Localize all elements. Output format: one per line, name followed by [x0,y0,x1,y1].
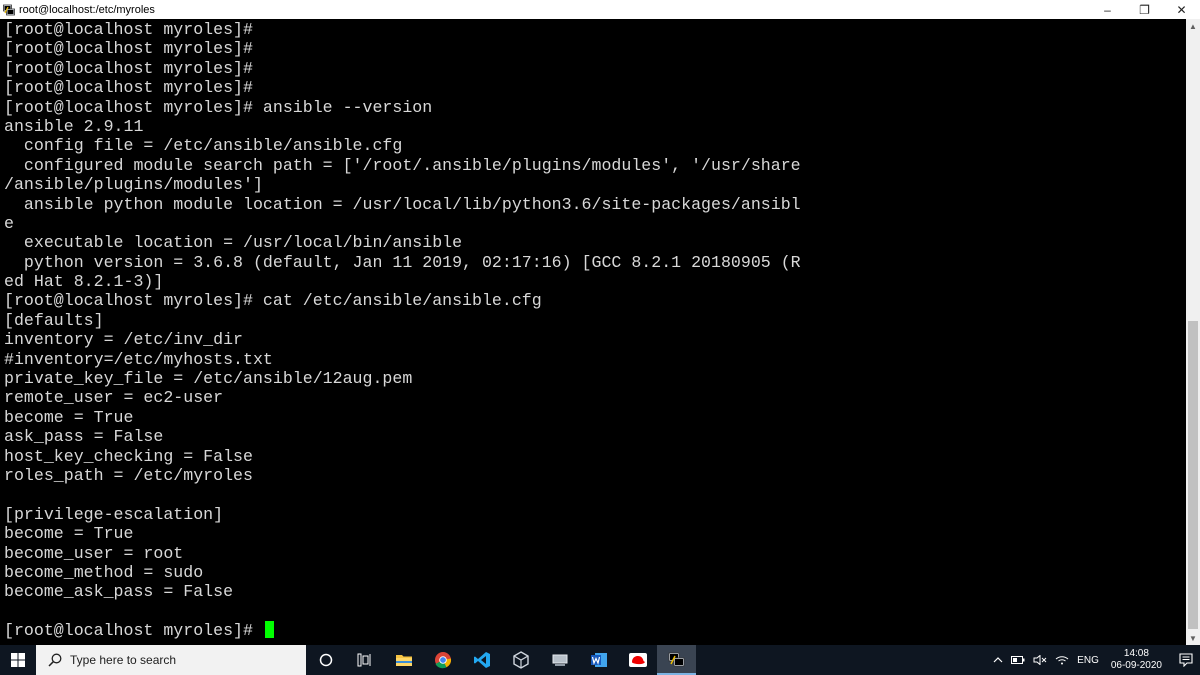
scroll-up-arrow-icon[interactable]: ▲ [1186,19,1200,33]
network-drive-icon [552,654,567,666]
virtualbox-icon [512,651,529,669]
terminal-line: e [4,213,14,233]
scroll-down-arrow-icon[interactable]: ▼ [1186,631,1200,645]
system-tray: ENG 14:08 06-09-2020 [989,645,1200,675]
terminal-line: become = True [4,407,134,427]
terminal-line: [root@localhost myroles]# [4,58,253,78]
clock-date: 06-09-2020 [1110,660,1162,671]
task-view-icon [357,653,370,667]
terminal-line: [defaults] [4,310,104,330]
terminal-line: host_key_checking = False [4,446,253,466]
battery-icon[interactable] [1011,656,1025,664]
terminal-line: python version = 3.6.8 (default, Jan 11 … [4,252,801,272]
task-view-button[interactable] [345,645,384,675]
windows-start-icon [11,653,25,667]
vscode-icon [473,652,490,668]
redhat-icon [628,653,647,667]
terminal-area[interactable]: [root@localhost myroles]# [root@localhost… [0,19,1186,645]
terminal-line: [root@localhost myroles]# [4,39,253,59]
cortana-circle-icon [319,653,332,667]
clock-time: 14:08 [1123,648,1149,659]
close-button[interactable]: ✕ [1163,0,1200,19]
terminal-line: [root@localhost myroles]# [4,20,253,39]
terminal-line: ansible python module location = /usr/lo… [4,194,801,214]
terminal-line: configured module search path = ['/root/… [4,155,801,175]
terminal-cursor [264,621,274,639]
terminal-line: config file = /etc/ansible/ansible.cfg [4,136,403,156]
chevron-up-icon[interactable] [993,656,1003,664]
maximize-button[interactable]: ❐ [1126,0,1163,19]
notifications-icon [1179,653,1193,667]
word-icon [590,653,607,667]
window-title: root@localhost:/etc/myroles [19,3,155,16]
terminal-prompt-line: [root@localhost myroles]# [4,621,801,640]
search-icon [48,653,62,667]
terminal-line: [root@localhost myroles]# [4,78,253,98]
folder-icon [395,655,412,666]
terminal-line: private_key_file = /etc/ansible/12aug.pe… [4,369,413,389]
virtualbox-button[interactable] [501,645,540,675]
terminal-line: ask_pass = False [4,427,164,447]
terminal-prompt: [root@localhost myroles]# [4,621,263,641]
putty-taskbar-button[interactable] [657,645,696,675]
scrollbar-thumb[interactable] [1188,321,1198,629]
chrome-button[interactable] [423,645,462,675]
terminal-line: #inventory=/etc/myhosts.txt [4,349,273,369]
wifi-icon[interactable] [1055,655,1069,665]
taskbar: Type here to search ENG 14:08 06-09-2020 [0,645,1200,675]
terminal-line: remote_user = ec2-user [4,388,224,408]
terminal-line: [privilege-escalation] [4,504,224,524]
window-title-bar[interactable]: root@localhost:/etc/myroles – ❐ ✕ [0,0,1200,19]
terminal-line: executable location = /usr/local/bin/ans… [4,233,463,253]
volume-muted-icon[interactable] [1033,655,1047,665]
terminal-line: become_method = sudo [4,562,204,582]
taskbar-search-box[interactable]: Type here to search [36,645,306,675]
network-drive-button[interactable] [540,645,579,675]
word-button[interactable] [579,645,618,675]
terminal-line: inventory = /etc/inv_dir [4,330,243,350]
terminal-output: [root@localhost myroles]# [root@localhost… [4,20,801,641]
start-button[interactable] [0,645,36,675]
minimize-button[interactable]: – [1089,0,1126,19]
vscode-button[interactable] [462,645,501,675]
terminal-line: become_ask_pass = False [4,582,234,602]
file-explorer-button[interactable] [384,645,423,675]
terminal-line: ed Hat 8.2.1-3)] [4,272,164,292]
terminal-line: become = True [4,524,134,544]
cortana-button[interactable] [306,645,345,675]
clock[interactable]: 14:08 06-09-2020 [1111,648,1162,672]
terminal-line: /ansible/plugins/modules'] [4,175,263,195]
terminal-line: [root@localhost myroles]# ansible --vers… [4,97,433,117]
terminal-scrollbar[interactable]: ▲ ▼ [1186,19,1200,645]
terminal-line: [root@localhost myroles]# cat /etc/ansib… [4,291,542,311]
chrome-icon [434,652,451,669]
notifications-button[interactable] [1172,653,1200,667]
putty-icon [668,652,684,667]
search-placeholder: Type here to search [70,653,177,667]
putty-app-icon [3,4,15,15]
terminal-line: become_user = root [4,543,184,563]
redhat-button[interactable] [618,645,657,675]
terminal-line: ansible 2.9.11 [4,116,144,136]
language-indicator[interactable]: ENG [1077,655,1099,666]
terminal-line: roles_path = /etc/myroles [4,465,253,485]
